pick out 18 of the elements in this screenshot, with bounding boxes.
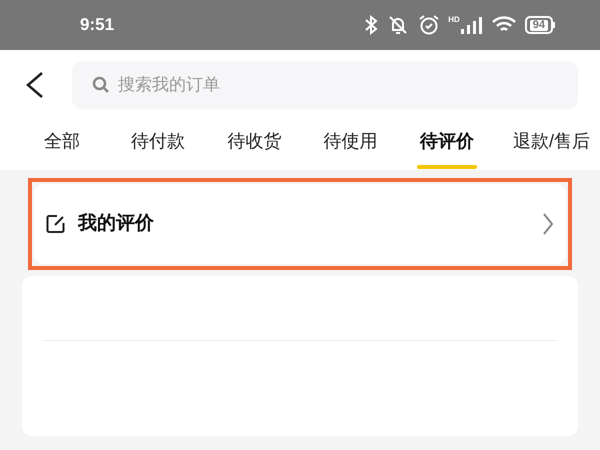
alarm-clock-icon	[418, 14, 440, 36]
my-reviews-item[interactable]: 我的评价	[34, 184, 566, 264]
chevron-right-icon	[542, 212, 554, 236]
bluetooth-icon	[364, 15, 378, 35]
order-tab[interactable]: 全部	[32, 120, 92, 169]
order-tab[interactable]: 待评价	[416, 120, 477, 169]
order-tab[interactable]: 待付款	[128, 120, 188, 169]
order-tab[interactable]: 退款/售后	[512, 120, 590, 169]
search-field[interactable]: 搜索我的订单	[72, 61, 578, 109]
network-label: HD	[448, 16, 460, 24]
signal-icon	[460, 16, 483, 34]
order-tab[interactable]: 待使用	[320, 120, 381, 169]
edit-icon	[46, 214, 66, 234]
search-icon	[92, 76, 110, 94]
order-tab[interactable]: 待收货	[224, 120, 284, 169]
status-time: 9:51	[80, 14, 114, 36]
battery-level: 94	[530, 20, 548, 30]
my-reviews-label: 我的评价	[78, 212, 154, 236]
